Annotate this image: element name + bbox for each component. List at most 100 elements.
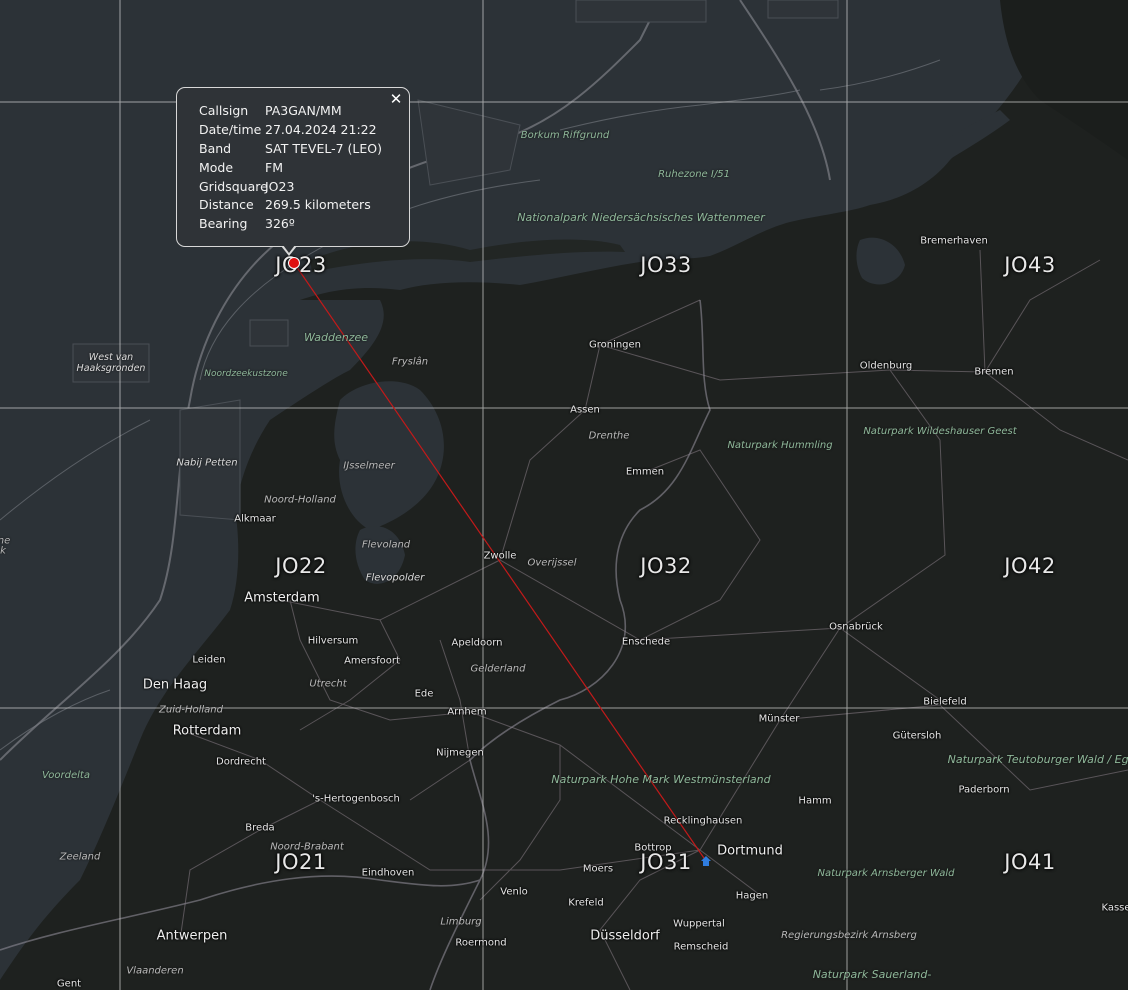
- region-edge-k: k: [0, 545, 6, 557]
- popup-value: 326º: [265, 216, 295, 231]
- place-venlo: Venlo: [500, 886, 528, 898]
- area-noordzee: Noordzeekustzone: [204, 369, 288, 379]
- grid-label-jo31: JO31: [640, 850, 692, 874]
- popup-key: Band: [199, 141, 232, 156]
- place-arnhem: Arnhem: [447, 706, 487, 718]
- place-gutersloh: Gütersloh: [892, 730, 942, 742]
- place-oldenburg: Oldenburg: [859, 360, 913, 372]
- place-amsterdam: Amsterdam: [244, 590, 320, 606]
- area-westvan: West van Haaksgronden: [76, 352, 146, 374]
- area-hummling: Naturpark Hummling: [727, 440, 833, 451]
- popup-key: Date/time: [199, 122, 262, 137]
- popup-value: 27.04.2024 21:22: [265, 122, 377, 137]
- qso-popup: ✕ Callsign PA3GAN/MM Date/time 27.04.202…: [176, 87, 410, 247]
- region-flevopolder: Flevopolder: [365, 572, 425, 584]
- place-dordrecht: Dordrecht: [216, 756, 266, 768]
- map-basemap: [0, 0, 1128, 990]
- grid-label-jo42: JO42: [1004, 554, 1056, 578]
- place-rotterdam: Rotterdam: [172, 723, 242, 739]
- area-ruhezone: Ruhezone I/51: [658, 169, 730, 180]
- region-noordholland: Noord-Holland: [264, 494, 336, 506]
- place-remscheid: Remscheid: [673, 941, 729, 953]
- popup-key: Distance: [199, 197, 254, 212]
- place-dusseldorf: Düsseldorf: [590, 928, 660, 944]
- map-canvas[interactable]: JO23 JO33 JO43 JO22 JO32 JO42 JO21 JO31 …: [0, 0, 1128, 990]
- place-bremerhaven: Bremerhaven: [920, 235, 988, 247]
- place-paderborn: Paderborn: [958, 784, 1010, 796]
- place-roermond: Roermond: [455, 937, 507, 949]
- area-wildeshauser: Naturpark Wildeshauser Geest: [863, 426, 1017, 437]
- place-denhaag: Den Haag: [142, 677, 208, 693]
- area-sauerland: Naturpark Sauerland-: [812, 968, 932, 981]
- area-voordelta: Voordelta: [42, 770, 90, 781]
- place-munster: Münster: [758, 713, 800, 725]
- region-drenthe: Drenthe: [588, 430, 630, 442]
- place-apeldoorn: Apeldoorn: [451, 637, 503, 649]
- area-borkum: Borkum Riffgrund: [520, 130, 610, 141]
- place-enschede: Enschede: [621, 636, 671, 648]
- area-teutoburger: Naturpark Teutoburger Wald / Eggegebirge: [947, 753, 1128, 766]
- place-dortmund: Dortmund: [717, 843, 783, 859]
- popup-value: JO23: [265, 179, 295, 194]
- region-utrecht: Utrecht: [309, 678, 347, 690]
- place-eindhoven: Eindhoven: [361, 867, 415, 879]
- region-gelderland: Gelderland: [470, 663, 526, 675]
- place-hertogenbosch: 's-Hertogenbosch: [312, 793, 400, 805]
- close-icon[interactable]: ✕: [387, 90, 405, 108]
- area-nabij: Nabij Petten: [176, 457, 238, 469]
- region-limburg: Limburg: [440, 916, 482, 928]
- popup-tip-inner: [283, 245, 295, 253]
- place-hilversum: Hilversum: [307, 635, 359, 647]
- grid-label-jo22: JO22: [275, 554, 327, 578]
- area-arnsberger: Naturpark Arnsberger Wald: [817, 868, 955, 879]
- place-osnabruck: Osnabrück: [829, 621, 883, 633]
- popup-key: Callsign: [199, 103, 249, 118]
- place-breda: Breda: [245, 822, 275, 834]
- region-vlaanderen: Vlaanderen: [126, 965, 184, 977]
- area-nationalpark: Nationalpark Niedersächsisches Wattenmee…: [517, 211, 765, 224]
- place-antwerpen: Antwerpen: [156, 928, 228, 944]
- popup-value: PA3GAN/MM: [265, 103, 342, 118]
- region-flevoland: Flevoland: [361, 539, 411, 551]
- region-fryslan: Fryslân: [391, 356, 429, 368]
- place-assen: Assen: [570, 404, 600, 416]
- place-nijmegen: Nijmegen: [436, 747, 484, 759]
- grid-label-jo23: JO23: [275, 253, 327, 277]
- popup-key: Mode: [199, 160, 234, 175]
- grid-label-jo21: JO21: [275, 850, 327, 874]
- area-ijsselmeer: IJsselmeer: [343, 460, 395, 472]
- place-ede: Ede: [414, 688, 434, 700]
- region-arnsberg: Regierungsbezirk Arnsberg: [781, 930, 917, 941]
- place-bottrop: Bottrop: [634, 842, 672, 854]
- place-krefeld: Krefeld: [568, 897, 604, 909]
- place-emmen: Emmen: [625, 466, 665, 478]
- region-noordbrabant: Noord-Brabant: [270, 841, 344, 853]
- place-bielefeld: Bielefeld: [923, 696, 967, 708]
- grid-label-jo41: JO41: [1004, 850, 1056, 874]
- popup-value: FM: [265, 160, 283, 175]
- place-wuppertal: Wuppertal: [673, 918, 725, 930]
- place-hamm: Hamm: [798, 795, 832, 807]
- area-zeeland: Zeeland: [59, 851, 101, 863]
- grid-label-jo43: JO43: [1004, 253, 1056, 277]
- region-overijssel: Overijssel: [527, 557, 577, 569]
- place-gent: Gent: [56, 978, 82, 990]
- place-recklinghausen: Recklinghausen: [663, 815, 743, 827]
- grid-label-jo33: JO33: [640, 253, 692, 277]
- area-waddenzee: Waddenzee: [303, 331, 369, 344]
- area-hohemark: Naturpark Hohe Mark Westmünsterland: [551, 773, 771, 786]
- place-alkmaar: Alkmaar: [234, 513, 276, 525]
- popup-value: 269.5 kilometers: [265, 197, 371, 212]
- popup-value: SAT TEVEL-7 (LEO): [265, 141, 382, 156]
- region-zuidholland: Zuid-Holland: [159, 704, 223, 716]
- place-groningen: Groningen: [588, 339, 642, 351]
- place-leiden: Leiden: [192, 654, 226, 666]
- popup-key: Bearing: [199, 216, 248, 231]
- place-zwolle: Zwolle: [483, 550, 517, 562]
- place-amersfoort: Amersfoort: [344, 655, 400, 667]
- qso-marker[interactable]: [288, 257, 300, 269]
- place-moers: Moers: [582, 863, 614, 875]
- popup-key: Gridsquare: [199, 179, 268, 194]
- home-station-icon[interactable]: [700, 855, 712, 867]
- place-kassel: Kasse: [1101, 902, 1128, 914]
